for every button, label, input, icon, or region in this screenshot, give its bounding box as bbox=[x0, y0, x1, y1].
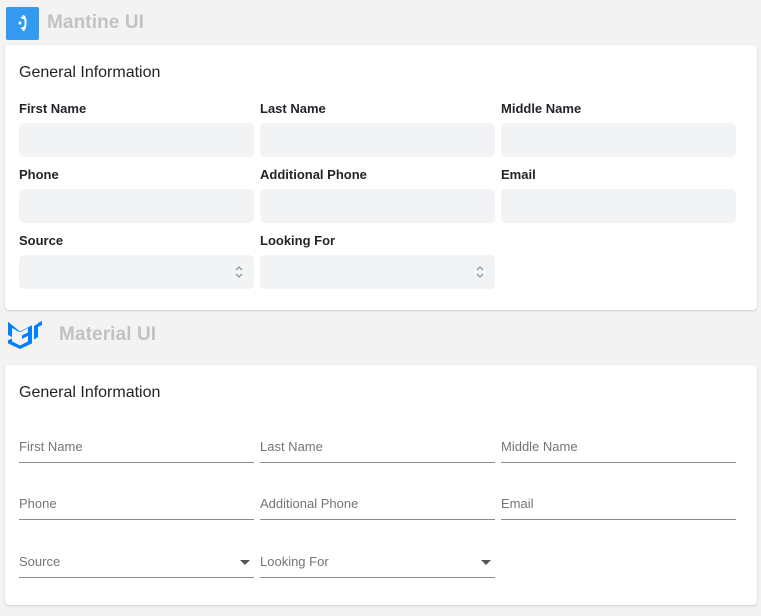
source-field: Source bbox=[19, 232, 254, 289]
looking-for-field: Looking For bbox=[260, 232, 495, 289]
last-name-field: Last Name bbox=[260, 100, 495, 157]
source-select[interactable]: Source bbox=[19, 548, 254, 578]
last-name-label: Last Name bbox=[260, 439, 323, 454]
additional-phone-input[interactable] bbox=[260, 189, 495, 223]
middle-name-field: Middle Name bbox=[501, 100, 736, 157]
card-title: General Information bbox=[19, 64, 161, 81]
looking-for-label: Looking For bbox=[260, 554, 329, 569]
last-name-textfield[interactable]: Last Name bbox=[260, 433, 495, 463]
dropdown-arrow-icon bbox=[240, 560, 250, 565]
card-title: General Information bbox=[19, 384, 161, 401]
looking-for-select[interactable] bbox=[260, 255, 495, 289]
source-label: Source bbox=[19, 233, 64, 248]
mui-general-info-card: General Information First Name Last Name… bbox=[5, 365, 757, 605]
phone-label: Phone bbox=[19, 167, 59, 182]
middle-name-input[interactable] bbox=[501, 123, 736, 157]
middle-name-textfield[interactable]: Middle Name bbox=[501, 433, 736, 463]
material-ui-logo-icon bbox=[8, 318, 44, 352]
last-name-label: Last Name bbox=[260, 101, 326, 116]
first-name-input[interactable] bbox=[19, 123, 254, 157]
selector-icon bbox=[235, 266, 243, 278]
email-label: Email bbox=[501, 167, 536, 182]
dropdown-arrow-icon bbox=[481, 560, 491, 565]
additional-phone-label: Additional Phone bbox=[260, 167, 367, 182]
email-label: Email bbox=[501, 496, 534, 511]
phone-field: Phone bbox=[19, 166, 254, 223]
email-field: Email bbox=[501, 166, 736, 223]
middle-name-label: Middle Name bbox=[501, 101, 582, 116]
phone-label: Phone bbox=[19, 496, 57, 511]
middle-name-label: Middle Name bbox=[501, 439, 578, 454]
first-name-field: First Name bbox=[19, 100, 254, 157]
first-name-label: First Name bbox=[19, 439, 83, 454]
source-select[interactable] bbox=[19, 255, 254, 289]
mantine-section-header: Mantine UI bbox=[6, 6, 144, 40]
mantine-general-info-card: General Information First Name Last Name… bbox=[5, 45, 757, 310]
mantine-brand-title: Mantine UI bbox=[47, 12, 145, 33]
first-name-textfield[interactable]: First Name bbox=[19, 433, 254, 463]
first-name-label: First Name bbox=[19, 101, 87, 116]
looking-for-label: Looking For bbox=[260, 233, 336, 248]
looking-for-select[interactable]: Looking For bbox=[260, 548, 495, 578]
mui-brand-title: Material UI bbox=[59, 324, 157, 345]
additional-phone-field: Additional Phone bbox=[260, 166, 495, 223]
additional-phone-textfield[interactable]: Additional Phone bbox=[260, 490, 495, 520]
mantine-logo-icon bbox=[6, 6, 39, 40]
selector-icon bbox=[476, 266, 484, 278]
email-input[interactable] bbox=[501, 189, 736, 223]
mui-section-header: Material UI bbox=[8, 318, 156, 352]
additional-phone-label: Additional Phone bbox=[260, 496, 359, 511]
phone-input[interactable] bbox=[19, 189, 254, 223]
source-label: Source bbox=[19, 554, 61, 569]
last-name-input[interactable] bbox=[260, 123, 495, 157]
email-textfield[interactable]: Email bbox=[501, 490, 736, 520]
phone-textfield[interactable]: Phone bbox=[19, 490, 254, 520]
